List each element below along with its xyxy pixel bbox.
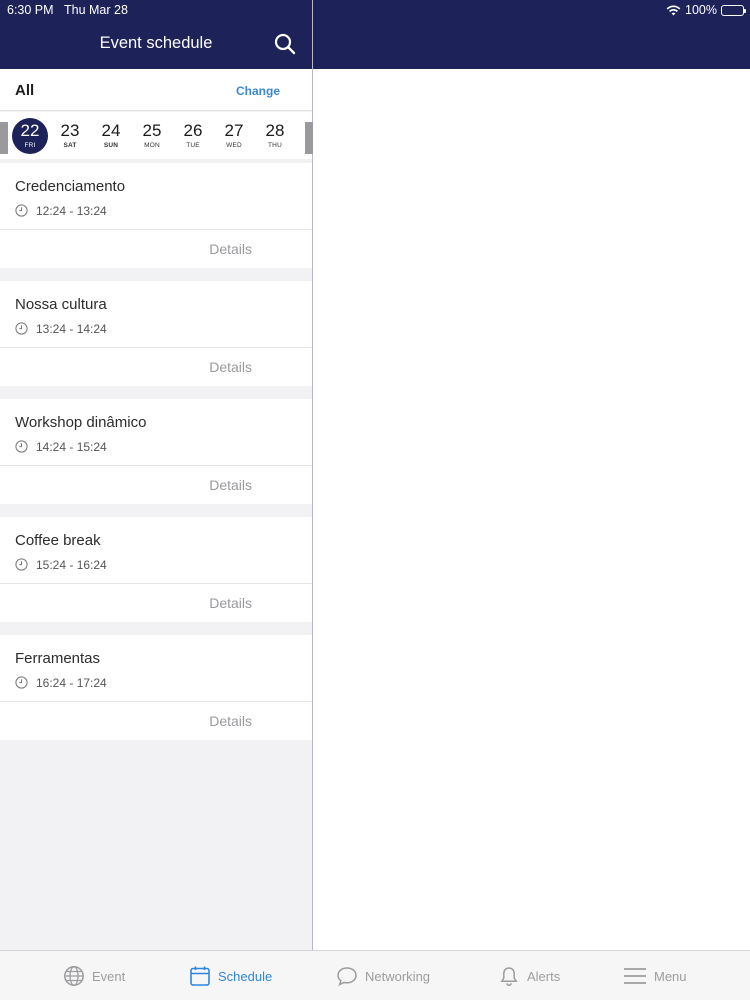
day-number: 24 [101, 121, 121, 140]
day-27[interactable]: 27 WED [216, 118, 252, 154]
event-card[interactable]: Nossa cultura 13:24 - 14:24 Details [0, 281, 312, 386]
event-time: 15:24 - 16:24 [36, 558, 107, 572]
day-weekday: THU [268, 142, 282, 149]
tab-label: Event [92, 968, 126, 984]
tab-alerts[interactable]: Alerts [498, 951, 560, 1000]
card-divider [0, 229, 312, 230]
status-date: Thu Mar 28 [64, 3, 128, 17]
details-button[interactable]: Details [209, 713, 252, 729]
top-navigation-bar: 6:30 PM Thu Mar 28 100% Event schedule [0, 0, 750, 69]
menu-icon [624, 968, 646, 984]
day-25[interactable]: 25 MON [134, 118, 170, 154]
event-time: 12:24 - 13:24 [36, 204, 107, 218]
day-weekday: SUN [103, 142, 119, 149]
event-card[interactable]: Ferramentas 16:24 - 17:24 Details [0, 635, 312, 740]
event-time: 16:24 - 17:24 [36, 676, 107, 690]
date-strip[interactable]: 22 FRI 23 SAT 24 SUN 25 MON 26 TUE 27 WE… [0, 112, 313, 159]
tab-label: Networking [365, 968, 431, 984]
tab-networking[interactable]: Networking [336, 951, 430, 1000]
tab-schedule[interactable]: Schedule [189, 951, 272, 1000]
day-weekday: MON [144, 142, 160, 149]
day-weekday: SAT [63, 142, 77, 149]
event-title: Nossa cultura [15, 296, 107, 313]
change-filter-button[interactable]: Change [236, 84, 280, 98]
schedule-list-pane: All Change 22 FRI 23 SAT 24 SUN 25 MON 2… [0, 69, 313, 950]
event-title: Coffee break [15, 532, 101, 549]
day-weekday: WED [226, 142, 242, 149]
event-card[interactable]: Coffee break 15:24 - 16:24 Details [0, 517, 312, 622]
day-number: 27 [224, 121, 244, 140]
page-title: Event schedule [99, 34, 213, 52]
day-number: 28 [265, 121, 285, 140]
wifi-icon [666, 5, 681, 15]
details-button[interactable]: Details [209, 477, 252, 493]
day-number: 22 [20, 121, 40, 140]
tab-label: Menu [654, 968, 687, 984]
event-title: Credenciamento [15, 178, 126, 195]
day-24[interactable]: 24 SUN [93, 118, 129, 154]
search-icon [274, 33, 296, 55]
battery-icon [721, 4, 746, 16]
clock-icon [15, 558, 28, 571]
clock-icon [15, 322, 28, 335]
tab-label: Alerts [527, 968, 561, 984]
filter-row: All Change [0, 69, 312, 111]
event-card[interactable]: Credenciamento 12:24 - 13:24 Details [0, 163, 312, 268]
filter-label: All [15, 82, 35, 99]
card-divider [0, 465, 312, 466]
event-time: 14:24 - 15:24 [36, 440, 107, 454]
day-26[interactable]: 26 TUE [175, 118, 211, 154]
details-button[interactable]: Details [209, 595, 252, 611]
event-title: Workshop dinâmico [15, 414, 147, 431]
details-button[interactable]: Details [209, 241, 252, 257]
event-title: Ferramentas [15, 650, 101, 667]
search-button[interactable] [273, 32, 297, 56]
detail-pane [313, 69, 750, 950]
tab-event[interactable]: Event [63, 951, 125, 1000]
day-number: 25 [142, 121, 162, 140]
day-22[interactable]: 22 FRI [12, 118, 48, 154]
event-card[interactable]: Workshop dinâmico 14:24 - 15:24 Details [0, 399, 312, 504]
date-strip-scroll-right[interactable] [305, 122, 313, 154]
day-number: 23 [60, 121, 80, 140]
chat-bubble-icon [337, 967, 357, 986]
day-23[interactable]: 23 SAT [52, 118, 88, 154]
status-bar: 6:30 PM Thu Mar 28 100% [0, 0, 750, 20]
bell-icon [500, 967, 518, 987]
clock-icon [15, 204, 28, 217]
globe-icon [64, 966, 84, 986]
calendar-icon [190, 966, 210, 986]
day-weekday: TUE [186, 142, 200, 149]
clock-icon [15, 676, 28, 689]
day-number: 26 [183, 121, 203, 140]
tab-label: Schedule [218, 968, 273, 984]
battery-percent: 100% [685, 3, 717, 17]
date-strip-scroll-left[interactable] [0, 122, 8, 154]
card-divider [0, 701, 312, 702]
day-weekday: FRI [24, 142, 36, 149]
card-divider [0, 347, 312, 348]
clock-icon [15, 440, 28, 453]
card-divider [0, 583, 312, 584]
status-time: 6:30 PM [7, 3, 54, 17]
status-right: 100% [666, 3, 746, 17]
tab-menu[interactable]: Menu [623, 951, 687, 1000]
tab-bar: Event Schedule Networking Alerts Menu [0, 950, 750, 1000]
details-button[interactable]: Details [209, 359, 252, 375]
day-28[interactable]: 28 THU [257, 118, 293, 154]
event-time: 13:24 - 14:24 [36, 322, 107, 336]
